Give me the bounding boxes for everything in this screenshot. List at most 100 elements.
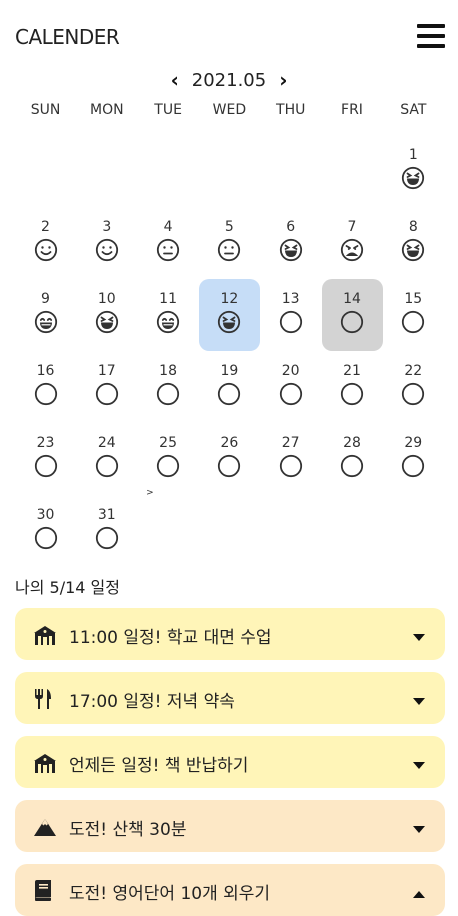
calendar-day-16[interactable]: 16 <box>15 356 76 428</box>
neutral-face-icon[interactable] <box>217 238 241 262</box>
empty-mood-icon[interactable] <box>34 526 58 550</box>
calendar-day-10[interactable]: 10 <box>76 284 137 356</box>
empty-mood-icon[interactable] <box>340 454 364 478</box>
calendar-day-29[interactable]: 29 <box>383 428 444 500</box>
laugh-face-icon[interactable] <box>95 310 119 334</box>
laugh-face-icon[interactable] <box>401 238 425 262</box>
calendar-day-2[interactable]: 2 <box>15 212 76 284</box>
empty-mood-icon[interactable] <box>340 310 364 334</box>
calendar-day-11[interactable]: 11 <box>138 284 199 356</box>
laugh-face-icon[interactable] <box>279 238 303 262</box>
day-number: 4 <box>163 219 173 235</box>
schedule-item[interactable]: 도전! 산책 30분 <box>15 800 445 852</box>
neutral-face-icon[interactable] <box>156 238 180 262</box>
empty-mood-icon[interactable] <box>95 454 119 478</box>
day-number: 28 <box>343 435 361 451</box>
empty-mood-icon[interactable] <box>401 454 425 478</box>
laugh-face-icon[interactable] <box>217 310 241 334</box>
empty-mood-icon[interactable] <box>34 382 58 406</box>
calendar-day-31[interactable]: 31 <box>76 500 137 572</box>
calendar-day-6[interactable]: 6 <box>260 212 321 284</box>
calendar-day-27[interactable]: 27 <box>260 428 321 500</box>
empty-mood-icon[interactable] <box>34 454 58 478</box>
day-number: 9 <box>41 291 50 307</box>
month-navigation: ‹ 2021.05 › <box>0 68 458 94</box>
day-number: 2 <box>41 219 50 235</box>
empty-mood-icon[interactable] <box>401 382 425 406</box>
empty-mood-icon[interactable] <box>401 310 425 334</box>
next-month-icon[interactable]: › <box>275 68 291 92</box>
empty-mood-icon[interactable]: > <box>146 454 180 498</box>
empty-mood-icon[interactable] <box>217 382 241 406</box>
schedule-item[interactable]: 도전! 영어단어 10개 외우기 <box>15 864 445 916</box>
chevron-down-icon[interactable] <box>413 691 425 705</box>
calendar-day-24[interactable]: 24 <box>76 428 137 500</box>
calendar-day-4[interactable]: 4 <box>138 212 199 284</box>
schedule-item-label: 11:00 일정! 학교 대면 수업 <box>69 628 272 648</box>
schedule-item-label: 언제든 일정! 책 반납하기 <box>69 756 249 776</box>
calendar-day-8[interactable]: 8 <box>383 212 444 284</box>
schedule-item[interactable]: 11:00 일정! 학교 대면 수업 <box>15 608 445 660</box>
month-label: 2021.05 <box>191 69 267 91</box>
day-number: 25 <box>159 435 177 451</box>
calendar-day-22[interactable]: 22 <box>383 356 444 428</box>
empty-mood-icon[interactable] <box>279 310 303 334</box>
calendar-day-9[interactable]: 9 <box>15 284 76 356</box>
calendar-day-28[interactable]: 28 <box>322 428 383 500</box>
day-number: 19 <box>220 363 239 379</box>
school-icon <box>33 752 56 773</box>
calendar-day-14[interactable]: 14 <box>321 279 383 356</box>
calendar-day-21[interactable]: 21 <box>322 356 383 428</box>
day-number: 7 <box>347 219 357 235</box>
calendar-day-7[interactable]: 7 <box>322 212 383 284</box>
empty-mood-icon[interactable] <box>217 454 241 478</box>
day-number: 16 <box>36 363 55 379</box>
grin-face-icon[interactable] <box>34 310 58 334</box>
hamburger-menu-icon[interactable] <box>417 24 445 48</box>
calendar-day-30[interactable]: 30 <box>15 500 76 572</box>
calendar-day-5[interactable]: 5 <box>199 212 260 284</box>
calendar-day-23[interactable]: 23 <box>15 428 76 500</box>
app-header: CALENDER <box>0 0 458 70</box>
calendar-day-12[interactable]: 12 <box>198 279 260 356</box>
day-number: 1 <box>408 147 418 163</box>
day-number: 23 <box>36 435 55 451</box>
day-number: 17 <box>97 363 116 379</box>
empty-mood-icon[interactable] <box>279 454 303 478</box>
calendar-day-18[interactable]: 18 <box>138 356 199 428</box>
day-number: 24 <box>97 435 116 451</box>
schedule-item-label: 도전! 산책 30분 <box>69 820 187 840</box>
grin-face-icon[interactable] <box>156 310 180 334</box>
schedule-item[interactable]: 언제든 일정! 책 반납하기 <box>15 736 445 788</box>
calendar-day-20[interactable]: 20 <box>260 356 321 428</box>
empty-mood-icon[interactable] <box>95 526 119 550</box>
empty-mood-icon[interactable] <box>279 382 303 406</box>
chevron-down-icon[interactable] <box>413 819 425 833</box>
chevron-down-icon[interactable] <box>413 627 425 641</box>
smile-face-icon[interactable] <box>34 238 58 262</box>
day-number: 22 <box>404 363 423 379</box>
laugh-face-icon[interactable] <box>401 166 425 190</box>
calendar-day-1[interactable]: 1 <box>383 140 444 212</box>
empty-mood-icon[interactable] <box>95 382 119 406</box>
calendar-day-25[interactable]: 25 > <box>138 428 199 500</box>
empty-mood-icon[interactable] <box>340 382 364 406</box>
calendar-day-19[interactable]: 19 <box>199 356 260 428</box>
caret-indicator: > <box>146 488 154 498</box>
smile-face-icon[interactable] <box>95 238 119 262</box>
chevron-up-icon[interactable] <box>413 883 425 898</box>
calendar-day-13[interactable]: 13 <box>260 284 321 356</box>
calendar-day-17[interactable]: 17 <box>76 356 137 428</box>
angry-face-icon[interactable] <box>340 238 364 262</box>
calendar-day-26[interactable]: 26 <box>199 428 260 500</box>
day-number: 30 <box>36 507 55 523</box>
chevron-down-icon[interactable] <box>413 755 425 769</box>
day-number: 12 <box>220 291 239 307</box>
utensils-icon <box>33 688 55 709</box>
schedule-item[interactable]: 17:00 일정! 저녁 약속 <box>15 672 445 724</box>
calendar-day-15[interactable]: 15 <box>383 284 444 356</box>
empty-mood-icon[interactable] <box>156 382 180 406</box>
weekday-sat: SAT <box>400 102 427 118</box>
prev-month-icon[interactable]: ‹ <box>167 68 183 92</box>
calendar-day-3[interactable]: 3 <box>76 212 137 284</box>
